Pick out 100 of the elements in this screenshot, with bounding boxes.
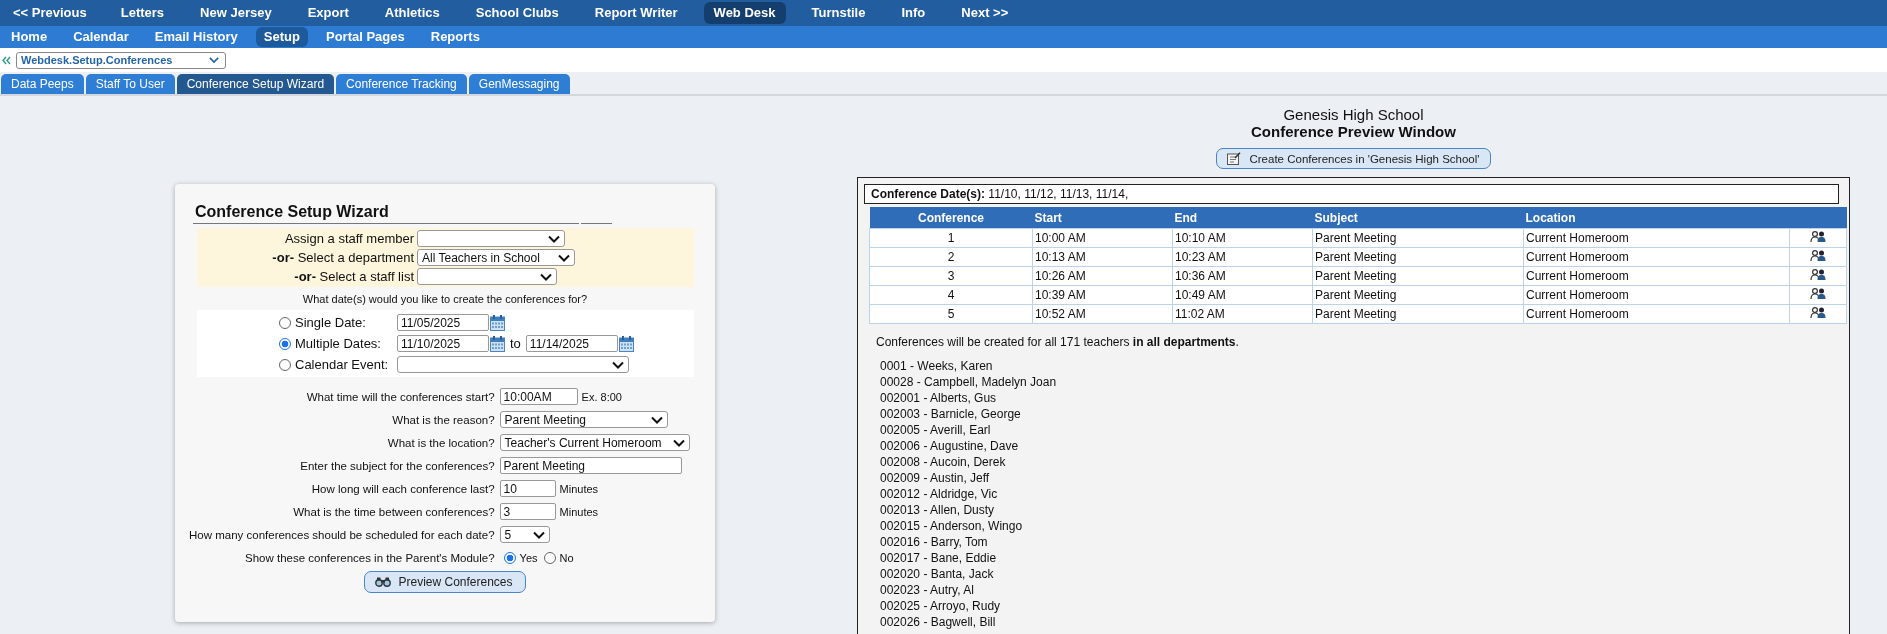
radio-button[interactable] xyxy=(279,316,291,329)
table-cell: Parent Meeting xyxy=(1312,228,1524,248)
teacher-entry: 002017 - Bane, Eddie xyxy=(880,550,998,566)
menu-item[interactable]: Email History xyxy=(146,27,246,47)
date-field[interactable]: 11/05/2025 xyxy=(397,314,489,331)
binoculars-icon xyxy=(375,577,392,587)
teacher-entry: 002006 - Augustine, Dave xyxy=(880,438,1020,454)
text-field[interactable]: 10 xyxy=(499,480,556,497)
menu-item[interactable]: << Previous xyxy=(3,2,97,24)
menu-item[interactable]: Home xyxy=(3,27,56,47)
create-button[interactable]: Create Conferences in 'Genesis High School' xyxy=(1216,148,1491,169)
date-field[interactable]: 11/14/2025 xyxy=(525,335,618,352)
dropdown[interactable]: Parent Meeting xyxy=(499,411,668,428)
teacher-entry: 002001 - Alberts, Gus xyxy=(880,390,998,406)
option-label: Single Date: xyxy=(295,315,367,330)
question-label: How long will each conference last? xyxy=(310,482,495,495)
teacher-entry: 002012 - Aldridge, Vic xyxy=(880,486,999,502)
teacher-entry: 002015 - Anderson, Wingo xyxy=(880,518,1024,534)
hint-text: Minutes xyxy=(559,505,599,518)
question-label: How many conferences should be scheduled for each date? xyxy=(189,528,495,541)
radio-button[interactable] xyxy=(279,337,291,350)
menu-item[interactable]: School Clubs xyxy=(465,2,569,24)
tab[interactable]: Staff To User xyxy=(85,74,175,94)
column-header: End xyxy=(1172,207,1313,229)
teacher-entry: 002020 - Banta, Jack xyxy=(880,566,995,582)
chevron-icon xyxy=(209,56,219,64)
staff-dropdown[interactable] xyxy=(417,230,565,247)
double-chevron-icon[interactable] xyxy=(2,55,11,65)
calendar-icon[interactable] xyxy=(490,335,505,352)
column-header: Subject xyxy=(1312,207,1524,229)
date-prompt: What date(s) would you like to create the conferences for? xyxy=(301,293,589,305)
menu-item[interactable]: Reports xyxy=(422,27,488,47)
event-dropdown[interactable] xyxy=(397,356,629,373)
hint-text: Ex. 8:00 xyxy=(581,390,622,403)
tab[interactable]: Conference Setup Wizard xyxy=(176,74,335,94)
chevron-icon xyxy=(650,415,663,424)
option-label: Calendar Event: xyxy=(295,357,390,372)
radio-button[interactable] xyxy=(543,551,556,564)
option-label: Yes xyxy=(519,551,538,564)
hint-text: Minutes xyxy=(559,482,599,495)
calendar-icon[interactable] xyxy=(490,314,505,331)
chevron-icon xyxy=(612,360,624,369)
teacher-entry: 0001 - Weeks, Karen xyxy=(880,358,994,374)
text-field[interactable]: 3 xyxy=(499,503,556,520)
menu-item[interactable]: Letters xyxy=(110,2,175,24)
teacher-entry: 002013 - Allen, Dusty xyxy=(880,502,996,518)
table-cell: Current Homeroom xyxy=(1523,228,1790,248)
staff-dropdown[interactable] xyxy=(417,268,557,285)
field-label: -or- Select a staff list xyxy=(293,269,414,284)
staff-dropdown[interactable]: All Teachers in School xyxy=(417,249,575,266)
menu-item[interactable]: Next >> xyxy=(951,2,1019,24)
dropdown[interactable]: Teacher's Current Homeroom xyxy=(499,434,690,451)
question-label: Show these conferences in the Parent's Module? xyxy=(244,551,495,564)
people-icon[interactable] xyxy=(1809,307,1827,318)
people-icon[interactable] xyxy=(1809,269,1827,280)
preview-button[interactable]: Preview Conferences xyxy=(364,571,526,593)
question-label: What is the time between conferences? xyxy=(292,505,495,518)
calendar-icon[interactable] xyxy=(618,335,634,352)
menu-item[interactable]: Turnstile xyxy=(801,2,876,24)
date-field[interactable]: 11/10/2025 xyxy=(397,335,489,352)
field-label: Assign a staff member xyxy=(283,231,414,246)
menu-item[interactable]: New Jersey xyxy=(190,2,282,24)
teacher-entry: 002016 - Barry, Tom xyxy=(880,534,989,550)
to-label: to xyxy=(510,336,521,351)
table-cell: 10:10 AM xyxy=(1172,228,1313,248)
tab[interactable]: GenMessaging xyxy=(468,74,570,94)
teacher-entry: 002009 - Austin, Jeff xyxy=(880,470,991,486)
menu-item[interactable]: Info xyxy=(891,2,936,24)
question-label: Enter the subject for the conferences? xyxy=(299,459,495,472)
menu-item[interactable]: Setup xyxy=(255,27,308,47)
menu-item[interactable]: Portal Pages xyxy=(318,27,413,47)
radio-button[interactable] xyxy=(279,358,291,371)
chevron-icon xyxy=(558,253,570,262)
tab[interactable]: Data Peeps xyxy=(1,74,84,94)
dropdown[interactable]: 5 xyxy=(499,526,550,543)
menu-item[interactable]: Athletics xyxy=(374,2,450,24)
chevron-icon xyxy=(548,234,560,243)
question-label: What is the location? xyxy=(386,436,495,449)
menu-item[interactable]: Report Writer xyxy=(584,2,688,24)
people-icon[interactable] xyxy=(1809,288,1827,299)
radio-button[interactable] xyxy=(503,551,516,564)
text-field[interactable]: 10:00AM xyxy=(499,388,578,405)
people-icon[interactable] xyxy=(1809,250,1827,261)
preview-title: Conference Preview Window xyxy=(1251,123,1456,141)
page-dropdown[interactable]: Webdesk.Setup.Conferences xyxy=(16,51,226,69)
tab[interactable]: Conference Tracking xyxy=(336,74,467,94)
summary-text: Conferences will be created for all 171 teachers in all departments. xyxy=(876,335,1240,349)
chevron-icon xyxy=(672,438,685,447)
chevron-icon xyxy=(540,272,552,281)
text-field[interactable]: Parent Meeting xyxy=(499,457,682,474)
column-header: Conference xyxy=(869,207,1033,229)
question-label: What time will the conferences start? xyxy=(305,390,495,403)
menu-item[interactable]: Export xyxy=(297,2,359,24)
teacher-entry: 002003 - Barnicle, George xyxy=(880,406,1022,422)
menu-item[interactable]: Calendar xyxy=(65,27,137,47)
column-header: Location xyxy=(1523,207,1790,229)
menu-item[interactable]: Web Desk xyxy=(703,2,786,24)
option-label: No xyxy=(559,551,574,564)
option-label: Multiple Dates: xyxy=(295,336,382,351)
people-icon[interactable] xyxy=(1809,231,1827,242)
